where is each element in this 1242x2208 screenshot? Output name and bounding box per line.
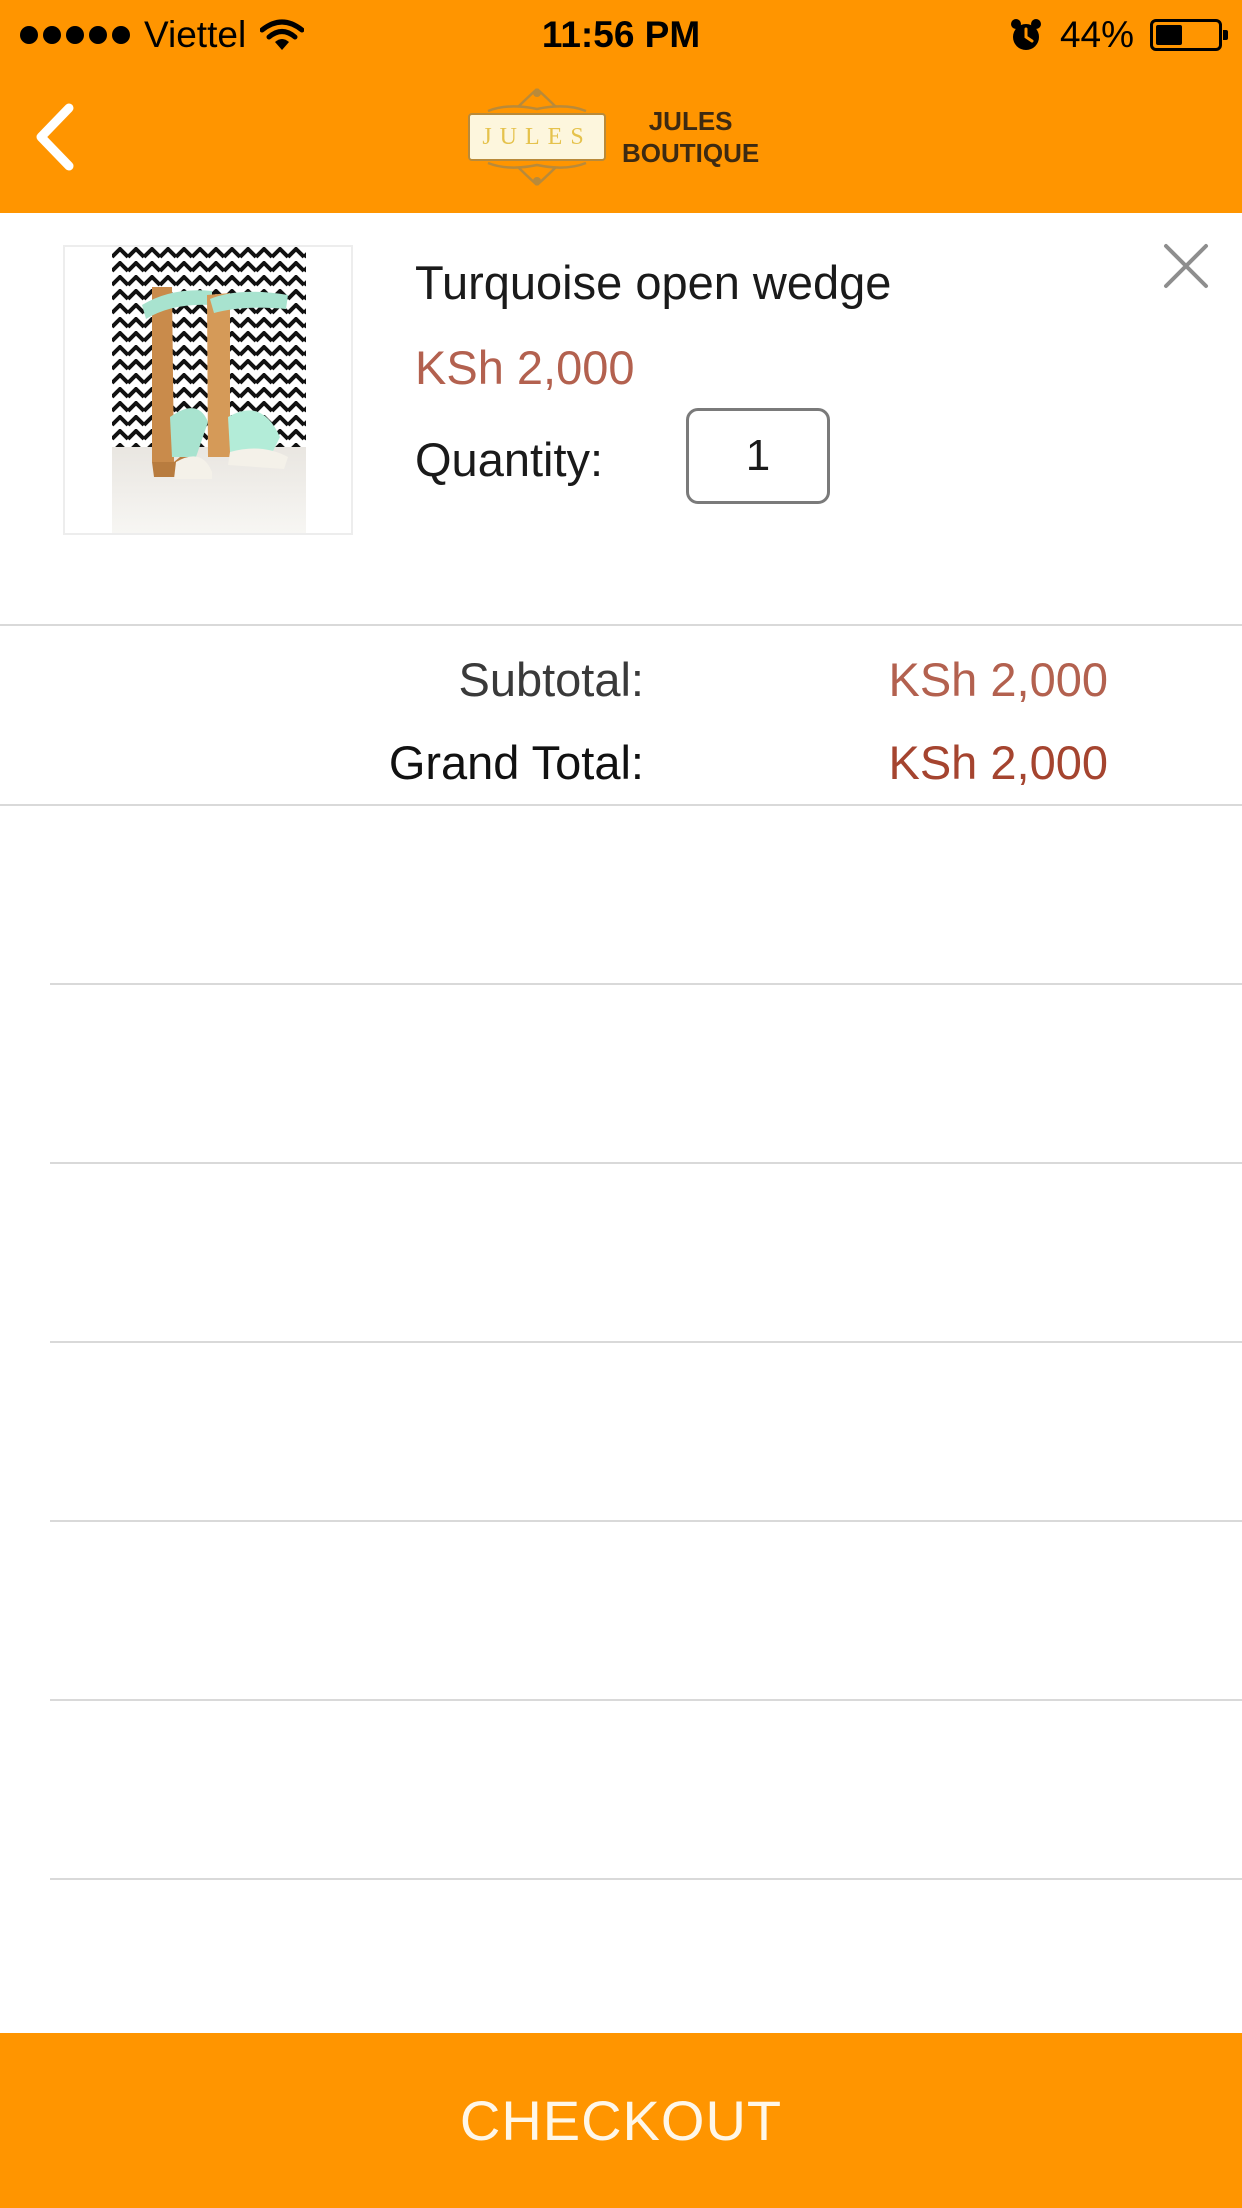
- logo-badge: JULES: [468, 113, 606, 161]
- logo-text: JULES BOUTIQUE: [622, 105, 759, 169]
- grand-total-label: Grand Total:: [388, 736, 644, 789]
- battery-percent: 44%: [1059, 14, 1134, 55]
- quantity-label: Quantity:: [415, 433, 604, 486]
- chevron-left-icon: [36, 103, 74, 171]
- checkout-label: CHECKOUT: [459, 2089, 783, 2152]
- grand-total-value: KSh 2,000: [888, 736, 1108, 789]
- back-button[interactable]: [14, 92, 94, 182]
- status-bar-right: 44%: [1008, 10, 1228, 60]
- subtotal-value: KSh 2,000: [888, 653, 1108, 706]
- logo-emblem: JULES: [468, 85, 606, 189]
- empty-row-separator: [50, 1162, 1242, 1164]
- divider: [0, 624, 1242, 626]
- brand-logo: JULES JULES BOUTIQUE: [468, 84, 768, 190]
- product-image[interactable]: [63, 245, 353, 535]
- cart-screen: Viettel 11:56 PM 44% JULES JULES BOUTIQU…: [0, 0, 1242, 2208]
- remove-item-button[interactable]: [1160, 240, 1212, 292]
- quantity-input[interactable]: [686, 408, 830, 504]
- top-bar: Viettel 11:56 PM 44% JULES JULES BOUTIQU…: [0, 0, 1242, 213]
- wedge-sandal-image: [112, 247, 306, 533]
- close-icon: [1164, 244, 1208, 288]
- subtotal-label: Subtotal:: [458, 653, 644, 706]
- logo-line-2: BOUTIQUE: [622, 138, 760, 168]
- checkout-button[interactable]: CHECKOUT: [0, 2033, 1242, 2208]
- empty-row-separator: [50, 1699, 1242, 1701]
- empty-row-separator: [50, 983, 1242, 985]
- empty-row-separator: [50, 1341, 1242, 1343]
- empty-row-separator: [50, 1878, 1242, 1880]
- divider: [0, 804, 1242, 806]
- product-name: Turquoise open wedge: [415, 256, 892, 309]
- logo-line-1: JULES: [648, 106, 733, 136]
- product-price: KSh 2,000: [415, 341, 635, 394]
- empty-row-separator: [50, 1520, 1242, 1522]
- battery-icon: [1150, 19, 1228, 51]
- alarm-clock-icon: [1010, 19, 1041, 50]
